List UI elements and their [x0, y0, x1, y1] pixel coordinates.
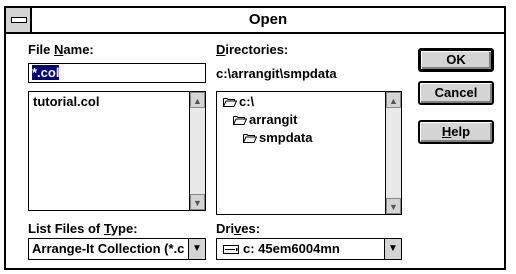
- files-scrollbar[interactable]: ▲ ▼: [189, 92, 205, 210]
- hard-drive-icon: [223, 245, 239, 254]
- file-type-selected: Arrange-It Collection (*.c: [32, 241, 185, 256]
- list-item[interactable]: tutorial.col: [33, 94, 99, 109]
- system-menu-button[interactable]: [6, 8, 32, 32]
- directory-item-root[interactable]: c:\: [239, 94, 254, 109]
- files-listbox[interactable]: tutorial.col ▲ ▼: [28, 91, 206, 211]
- ok-button[interactable]: OK: [418, 48, 494, 72]
- scroll-down-arrow-icon[interactable]: ▼: [386, 198, 401, 214]
- scroll-up-arrow-icon[interactable]: ▲: [190, 92, 205, 108]
- file-name-label: File Name:: [28, 42, 94, 57]
- scroll-down-arrow-icon[interactable]: ▼: [190, 194, 205, 210]
- directories-listbox[interactable]: c:\ arrangit smpdata ▲ ▼: [216, 91, 402, 215]
- file-name-input[interactable]: *.col: [28, 63, 206, 83]
- directories-scrollbar[interactable]: ▲ ▼: [385, 92, 401, 214]
- file-type-dropdown[interactable]: Arrange-It Collection (*.c ▼: [28, 238, 206, 260]
- open-folder-icon: [223, 98, 237, 107]
- title-bar: Open: [6, 8, 504, 34]
- directory-item-smpdata[interactable]: smpdata: [259, 130, 312, 145]
- cancel-button[interactable]: Cancel: [418, 81, 494, 105]
- dropdown-arrow-icon[interactable]: ▼: [188, 239, 205, 259]
- system-menu-icon: [11, 17, 27, 23]
- open-folder-icon: [233, 116, 247, 125]
- directory-item-arrangit[interactable]: arrangit: [249, 112, 297, 127]
- help-button[interactable]: Help: [418, 120, 494, 144]
- current-directory-path: c:\arrangit\smpdata: [216, 66, 337, 81]
- dropdown-arrow-icon[interactable]: ▼: [384, 239, 401, 259]
- drives-dropdown[interactable]: c: 45em6004mn ▼: [216, 238, 402, 260]
- file-name-value: *.col: [32, 65, 60, 80]
- drive-selected: c: 45em6004mn: [243, 241, 340, 256]
- dialog-title: Open: [248, 11, 288, 28]
- directories-label: Directories:: [216, 42, 289, 57]
- open-folder-icon: [243, 134, 257, 143]
- scroll-up-arrow-icon[interactable]: ▲: [386, 92, 401, 108]
- open-dialog: Open File Name: *.col tutorial.col ▲ ▼ D…: [4, 6, 506, 270]
- list-files-type-label: List Files of Type:: [28, 221, 138, 236]
- drives-label: Drives:: [216, 221, 261, 236]
